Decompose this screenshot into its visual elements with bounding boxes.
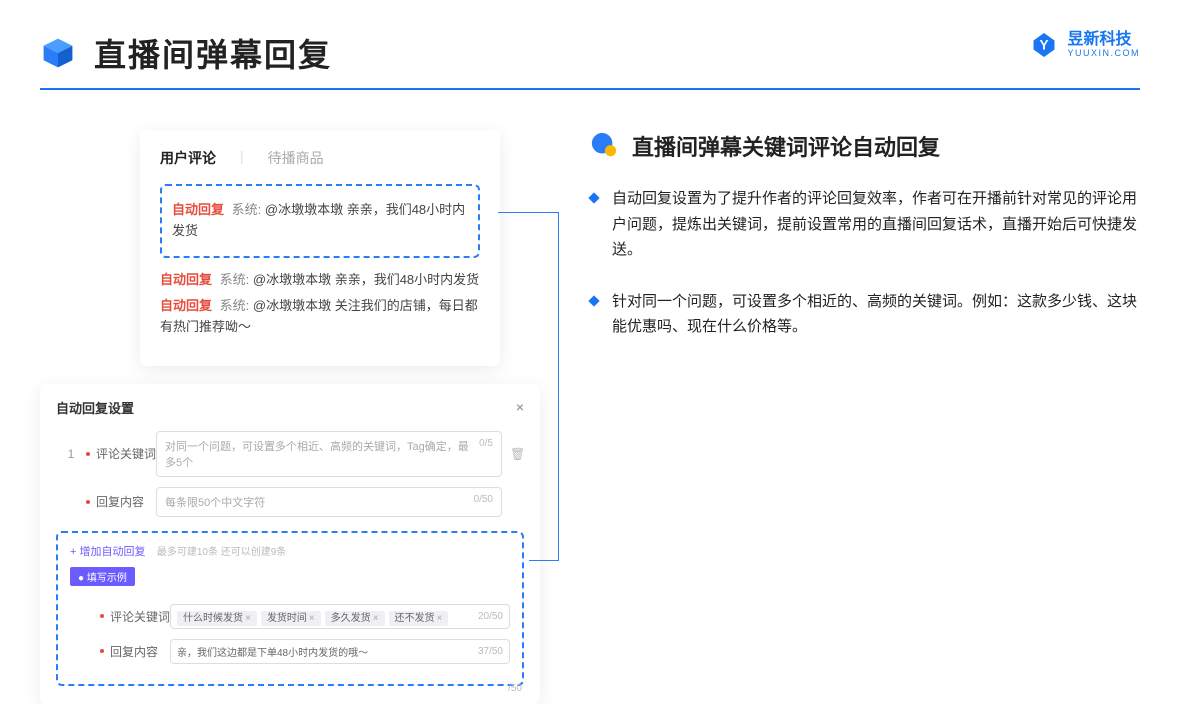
keyword-tag[interactable]: 还不发货× xyxy=(389,611,449,626)
auto-reply-settings-panel: 自动回复设置 × 1 评论关键词 对同一个问题，可设置多个相近、高频的关键词，T… xyxy=(40,384,540,704)
connector-line xyxy=(529,560,559,561)
ex-keyword-input[interactable]: 什么时候发货×发货时间×多久发货×还不发货× 20/50 xyxy=(170,604,510,629)
comment-item: 自动回复 系统: @冰墩墩本墩 关注我们的店铺，每日都有热门推荐呦～ xyxy=(160,296,480,338)
diamond-bullet-icon xyxy=(588,295,599,306)
highlighted-comment: 自动回复 系统: @冰墩墩本墩 亲亲，我们48小时内发货 xyxy=(160,184,480,258)
section-title: 直播间弹幕关键词评论自动回复 xyxy=(632,130,940,162)
ex-content-label: 回复内容 xyxy=(110,643,170,660)
comments-panel: 用户评论 | 待播商品 自动回复 系统: @冰墩墩本墩 亲亲，我们48小时内发货… xyxy=(140,130,500,366)
bullet-point: 针对同一个问题，可设置多个相近的、高频的关键词。例如：这款多少钱、这块能优惠吗、… xyxy=(590,289,1140,340)
keyword-tag[interactable]: 多久发货× xyxy=(325,611,385,626)
chat-bubble-icon xyxy=(590,132,618,160)
ex-content-input[interactable]: 亲，我们这边都是下单48小时内发货的哦～ 37/50 xyxy=(170,639,510,664)
svg-text:Y: Y xyxy=(1040,38,1049,53)
keyword-input[interactable]: 对同一个问题，可设置多个相近、高频的关键词，Tag确定，最多5个 0/5 xyxy=(156,431,502,477)
content-input[interactable]: 每条限50个中文字符 0/50 xyxy=(156,487,502,517)
brand-logo: Y 昱新科技 YUUXIN.COM xyxy=(1029,30,1140,60)
cube-icon xyxy=(40,35,76,71)
required-dot xyxy=(86,452,90,456)
content-label: 回复内容 xyxy=(96,493,156,510)
connector-line xyxy=(498,212,558,213)
tab-user-comments[interactable]: 用户评论 xyxy=(160,148,216,168)
page-title: 直播间弹幕回复 xyxy=(94,30,332,76)
settings-title: 自动回复设置 xyxy=(56,398,134,417)
comment-item: 自动回复 系统: @冰墩墩本墩 亲亲，我们48小时内发货 xyxy=(160,270,480,291)
add-hint: 最多可建10条 还可以创建9条 xyxy=(157,547,286,558)
tab-pending-goods[interactable]: 待播商品 xyxy=(268,148,324,168)
example-section: + 增加自动回复 最多可建10条 还可以创建9条 ● 填写示例 评论关键词 什么… xyxy=(56,531,524,686)
connector-line xyxy=(558,212,559,560)
required-dot xyxy=(86,500,90,504)
diamond-bullet-icon xyxy=(588,192,599,203)
close-icon[interactable]: × xyxy=(516,399,524,415)
keyword-label: 评论关键词 xyxy=(96,445,156,462)
keyword-tag[interactable]: 什么时候发货× xyxy=(177,611,257,626)
auto-reply-label: 自动回复 xyxy=(172,202,224,217)
tab-separator: | xyxy=(240,148,244,168)
trash-icon[interactable]: 🗑 xyxy=(510,447,524,461)
keyword-tag[interactable]: 发货时间× xyxy=(261,611,321,626)
example-badge: ● 填写示例 xyxy=(70,567,135,586)
row-number: 1 xyxy=(56,447,86,461)
brand-name-en: YUUXIN.COM xyxy=(1067,49,1140,59)
brand-icon: Y xyxy=(1029,30,1059,60)
stray-count: /50 xyxy=(508,683,522,694)
system-label: 系统: xyxy=(232,202,262,217)
add-auto-reply-link[interactable]: + 增加自动回复 xyxy=(70,546,145,558)
header-divider xyxy=(40,88,1140,90)
ex-keyword-label: 评论关键词 xyxy=(110,608,170,625)
brand-name-cn: 昱新科技 xyxy=(1067,31,1140,49)
bullet-point: 自动回复设置为了提升作者的评论回复效率，作者可在开播前针对常见的评论用户问题，提… xyxy=(590,186,1140,263)
